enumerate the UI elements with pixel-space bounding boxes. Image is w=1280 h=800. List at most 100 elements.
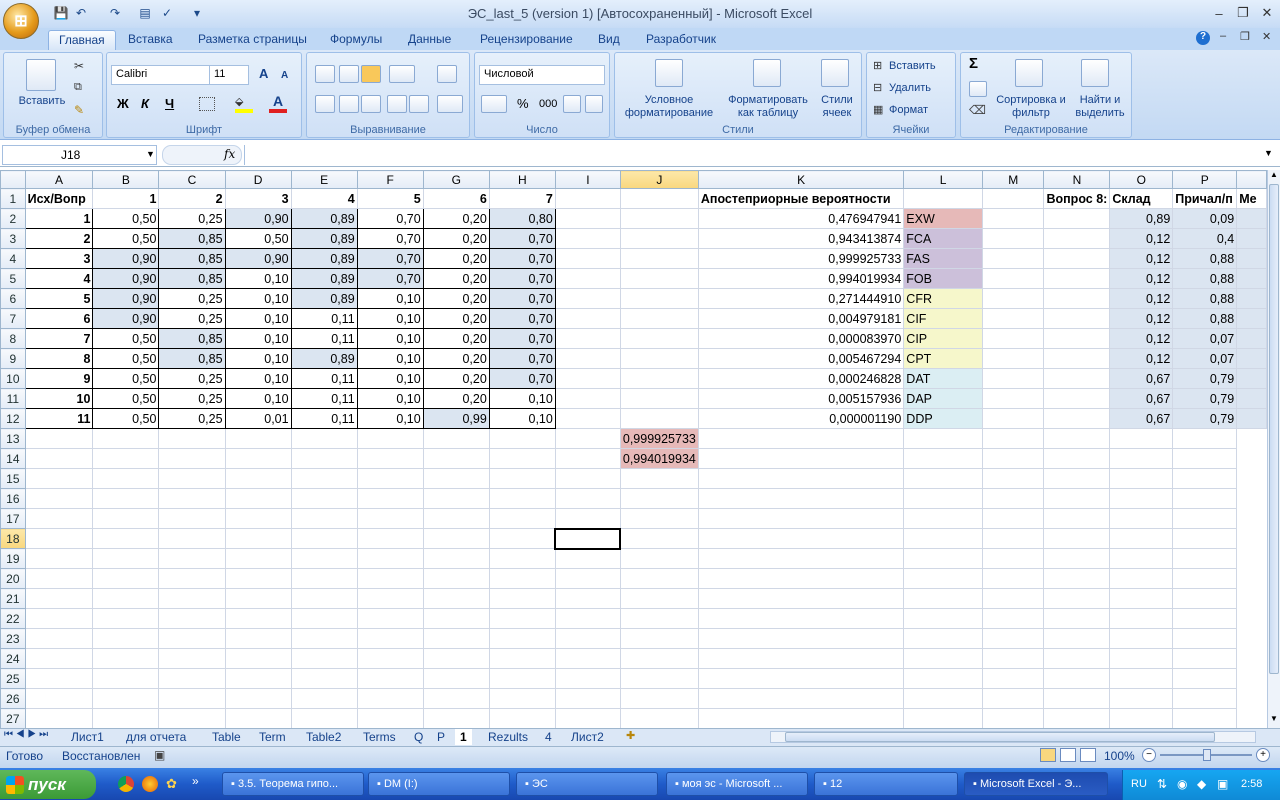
cell[interactable] bbox=[1236, 408, 1267, 429]
cell[interactable] bbox=[158, 588, 226, 609]
cell[interactable] bbox=[488, 708, 556, 728]
cell[interactable] bbox=[1172, 588, 1238, 609]
cell[interactable] bbox=[1043, 508, 1111, 529]
cell[interactable] bbox=[1236, 328, 1267, 349]
row-header[interactable]: 11 bbox=[0, 388, 26, 409]
cell[interactable] bbox=[981, 488, 1045, 509]
cell[interactable] bbox=[92, 488, 160, 509]
row-header[interactable]: 21 bbox=[0, 588, 26, 609]
cell[interactable] bbox=[697, 708, 905, 728]
cell-incoterm[interactable]: CIF bbox=[903, 308, 983, 329]
cell-index[interactable]: 2 bbox=[24, 228, 94, 249]
cell[interactable] bbox=[1236, 208, 1267, 229]
row-header[interactable]: 18 bbox=[0, 528, 26, 549]
cell[interactable] bbox=[981, 508, 1045, 529]
worksheet-grid[interactable]: A B C D E F G H I J K L M N O P 1 Исх/Вопр 1 2 3 4 5 6 7 Апостепр… bbox=[0, 170, 1267, 728]
cell[interactable] bbox=[1043, 548, 1111, 569]
cell-incoterm[interactable]: CIP bbox=[903, 328, 983, 349]
cell[interactable] bbox=[488, 448, 556, 469]
cell-header[interactable]: 4 bbox=[290, 188, 358, 209]
tab-insert[interactable]: Вставка bbox=[118, 30, 183, 50]
align-bottom-icon[interactable] bbox=[361, 65, 381, 83]
cell-value[interactable]: 0,10 bbox=[224, 388, 292, 409]
row-header[interactable]: 4 bbox=[0, 248, 26, 269]
cell-sklad[interactable]: 0,12 bbox=[1109, 328, 1174, 349]
cell[interactable] bbox=[981, 388, 1045, 409]
cell-value[interactable]: 0,20 bbox=[422, 208, 490, 229]
cell[interactable] bbox=[224, 628, 292, 649]
cell[interactable] bbox=[619, 608, 699, 629]
cell[interactable] bbox=[554, 568, 621, 589]
chrome-icon[interactable] bbox=[118, 776, 134, 792]
cell[interactable] bbox=[981, 628, 1045, 649]
cell[interactable] bbox=[1172, 688, 1238, 709]
cell[interactable] bbox=[356, 468, 424, 489]
sheet-tab[interactable]: P bbox=[432, 729, 450, 745]
cell[interactable] bbox=[488, 428, 556, 449]
cell[interactable] bbox=[422, 688, 490, 709]
cell[interactable] bbox=[1043, 648, 1111, 669]
cell[interactable] bbox=[1172, 648, 1238, 669]
cell[interactable] bbox=[981, 208, 1045, 229]
cell[interactable] bbox=[92, 568, 160, 589]
taskbar-item[interactable]: ▪ 12 bbox=[814, 772, 958, 796]
cell-value[interactable]: 0,11 bbox=[290, 308, 358, 329]
cut-icon[interactable]: ✂ bbox=[74, 59, 84, 73]
cell[interactable] bbox=[224, 608, 292, 629]
zoom-out-icon[interactable]: − bbox=[1142, 748, 1156, 762]
cell[interactable] bbox=[158, 608, 226, 629]
cell[interactable] bbox=[290, 648, 358, 669]
cell-prichal[interactable]: 0,88 bbox=[1172, 288, 1238, 309]
cell[interactable] bbox=[488, 548, 556, 569]
underline-button[interactable]: Ч bbox=[165, 97, 174, 110]
cell[interactable] bbox=[422, 648, 490, 669]
cell[interactable] bbox=[1043, 488, 1111, 509]
row-header[interactable]: 6 bbox=[0, 288, 26, 309]
cell[interactable] bbox=[697, 468, 905, 489]
cell[interactable] bbox=[1236, 248, 1267, 269]
cell[interactable] bbox=[1109, 688, 1174, 709]
cell-sklad[interactable]: 0,12 bbox=[1109, 268, 1174, 289]
horizontal-scrollbar[interactable] bbox=[770, 731, 1256, 743]
format-painter-icon[interactable]: ✎ bbox=[74, 103, 84, 117]
row-header[interactable]: 3 bbox=[0, 228, 26, 249]
cell[interactable] bbox=[1043, 368, 1111, 389]
row-header[interactable]: 1 bbox=[0, 188, 26, 209]
cell[interactable] bbox=[981, 648, 1045, 669]
cell[interactable] bbox=[697, 488, 905, 509]
autosum-button[interactable]: Σ bbox=[969, 56, 978, 71]
cell[interactable] bbox=[1043, 408, 1111, 429]
cell-value[interactable]: 0,50 bbox=[92, 368, 160, 389]
cell[interactable] bbox=[1043, 288, 1111, 309]
cell[interactable] bbox=[554, 188, 621, 209]
cell[interactable] bbox=[697, 448, 905, 469]
cell[interactable] bbox=[224, 708, 292, 728]
cell[interactable] bbox=[903, 608, 983, 629]
cell-value[interactable]: 0,10 bbox=[356, 388, 424, 409]
cell[interactable] bbox=[158, 568, 226, 589]
cell[interactable] bbox=[24, 448, 94, 469]
cell[interactable] bbox=[1172, 448, 1238, 469]
cell-header[interactable]: 1 bbox=[92, 188, 160, 209]
name-box-dropdown-icon[interactable]: ▼ bbox=[146, 149, 155, 159]
cell-value[interactable]: 0,10 bbox=[356, 348, 424, 369]
cell-prichal[interactable]: 0,88 bbox=[1172, 268, 1238, 289]
row-header[interactable]: 20 bbox=[0, 568, 26, 589]
cell-probability[interactable]: 0,000246828 bbox=[697, 368, 905, 389]
cell[interactable] bbox=[903, 668, 983, 689]
cell[interactable] bbox=[903, 628, 983, 649]
cell[interactable] bbox=[554, 488, 621, 509]
cell[interactable] bbox=[92, 548, 160, 569]
cell[interactable] bbox=[554, 548, 621, 569]
cell[interactable] bbox=[981, 308, 1045, 329]
cell[interactable] bbox=[488, 668, 556, 689]
row-header[interactable]: 14 bbox=[0, 448, 26, 469]
cell[interactable] bbox=[488, 488, 556, 509]
cell[interactable] bbox=[356, 668, 424, 689]
cell[interactable] bbox=[1043, 528, 1111, 549]
taskbar-item[interactable]: ▪ моя эс - Microsoft ... bbox=[666, 772, 808, 796]
cell-value[interactable]: 0,85 bbox=[158, 268, 226, 289]
cell-prichal[interactable]: 0,09 bbox=[1172, 208, 1238, 229]
cell-probability[interactable]: 0,000083970 bbox=[697, 328, 905, 349]
cell[interactable] bbox=[1109, 448, 1174, 469]
